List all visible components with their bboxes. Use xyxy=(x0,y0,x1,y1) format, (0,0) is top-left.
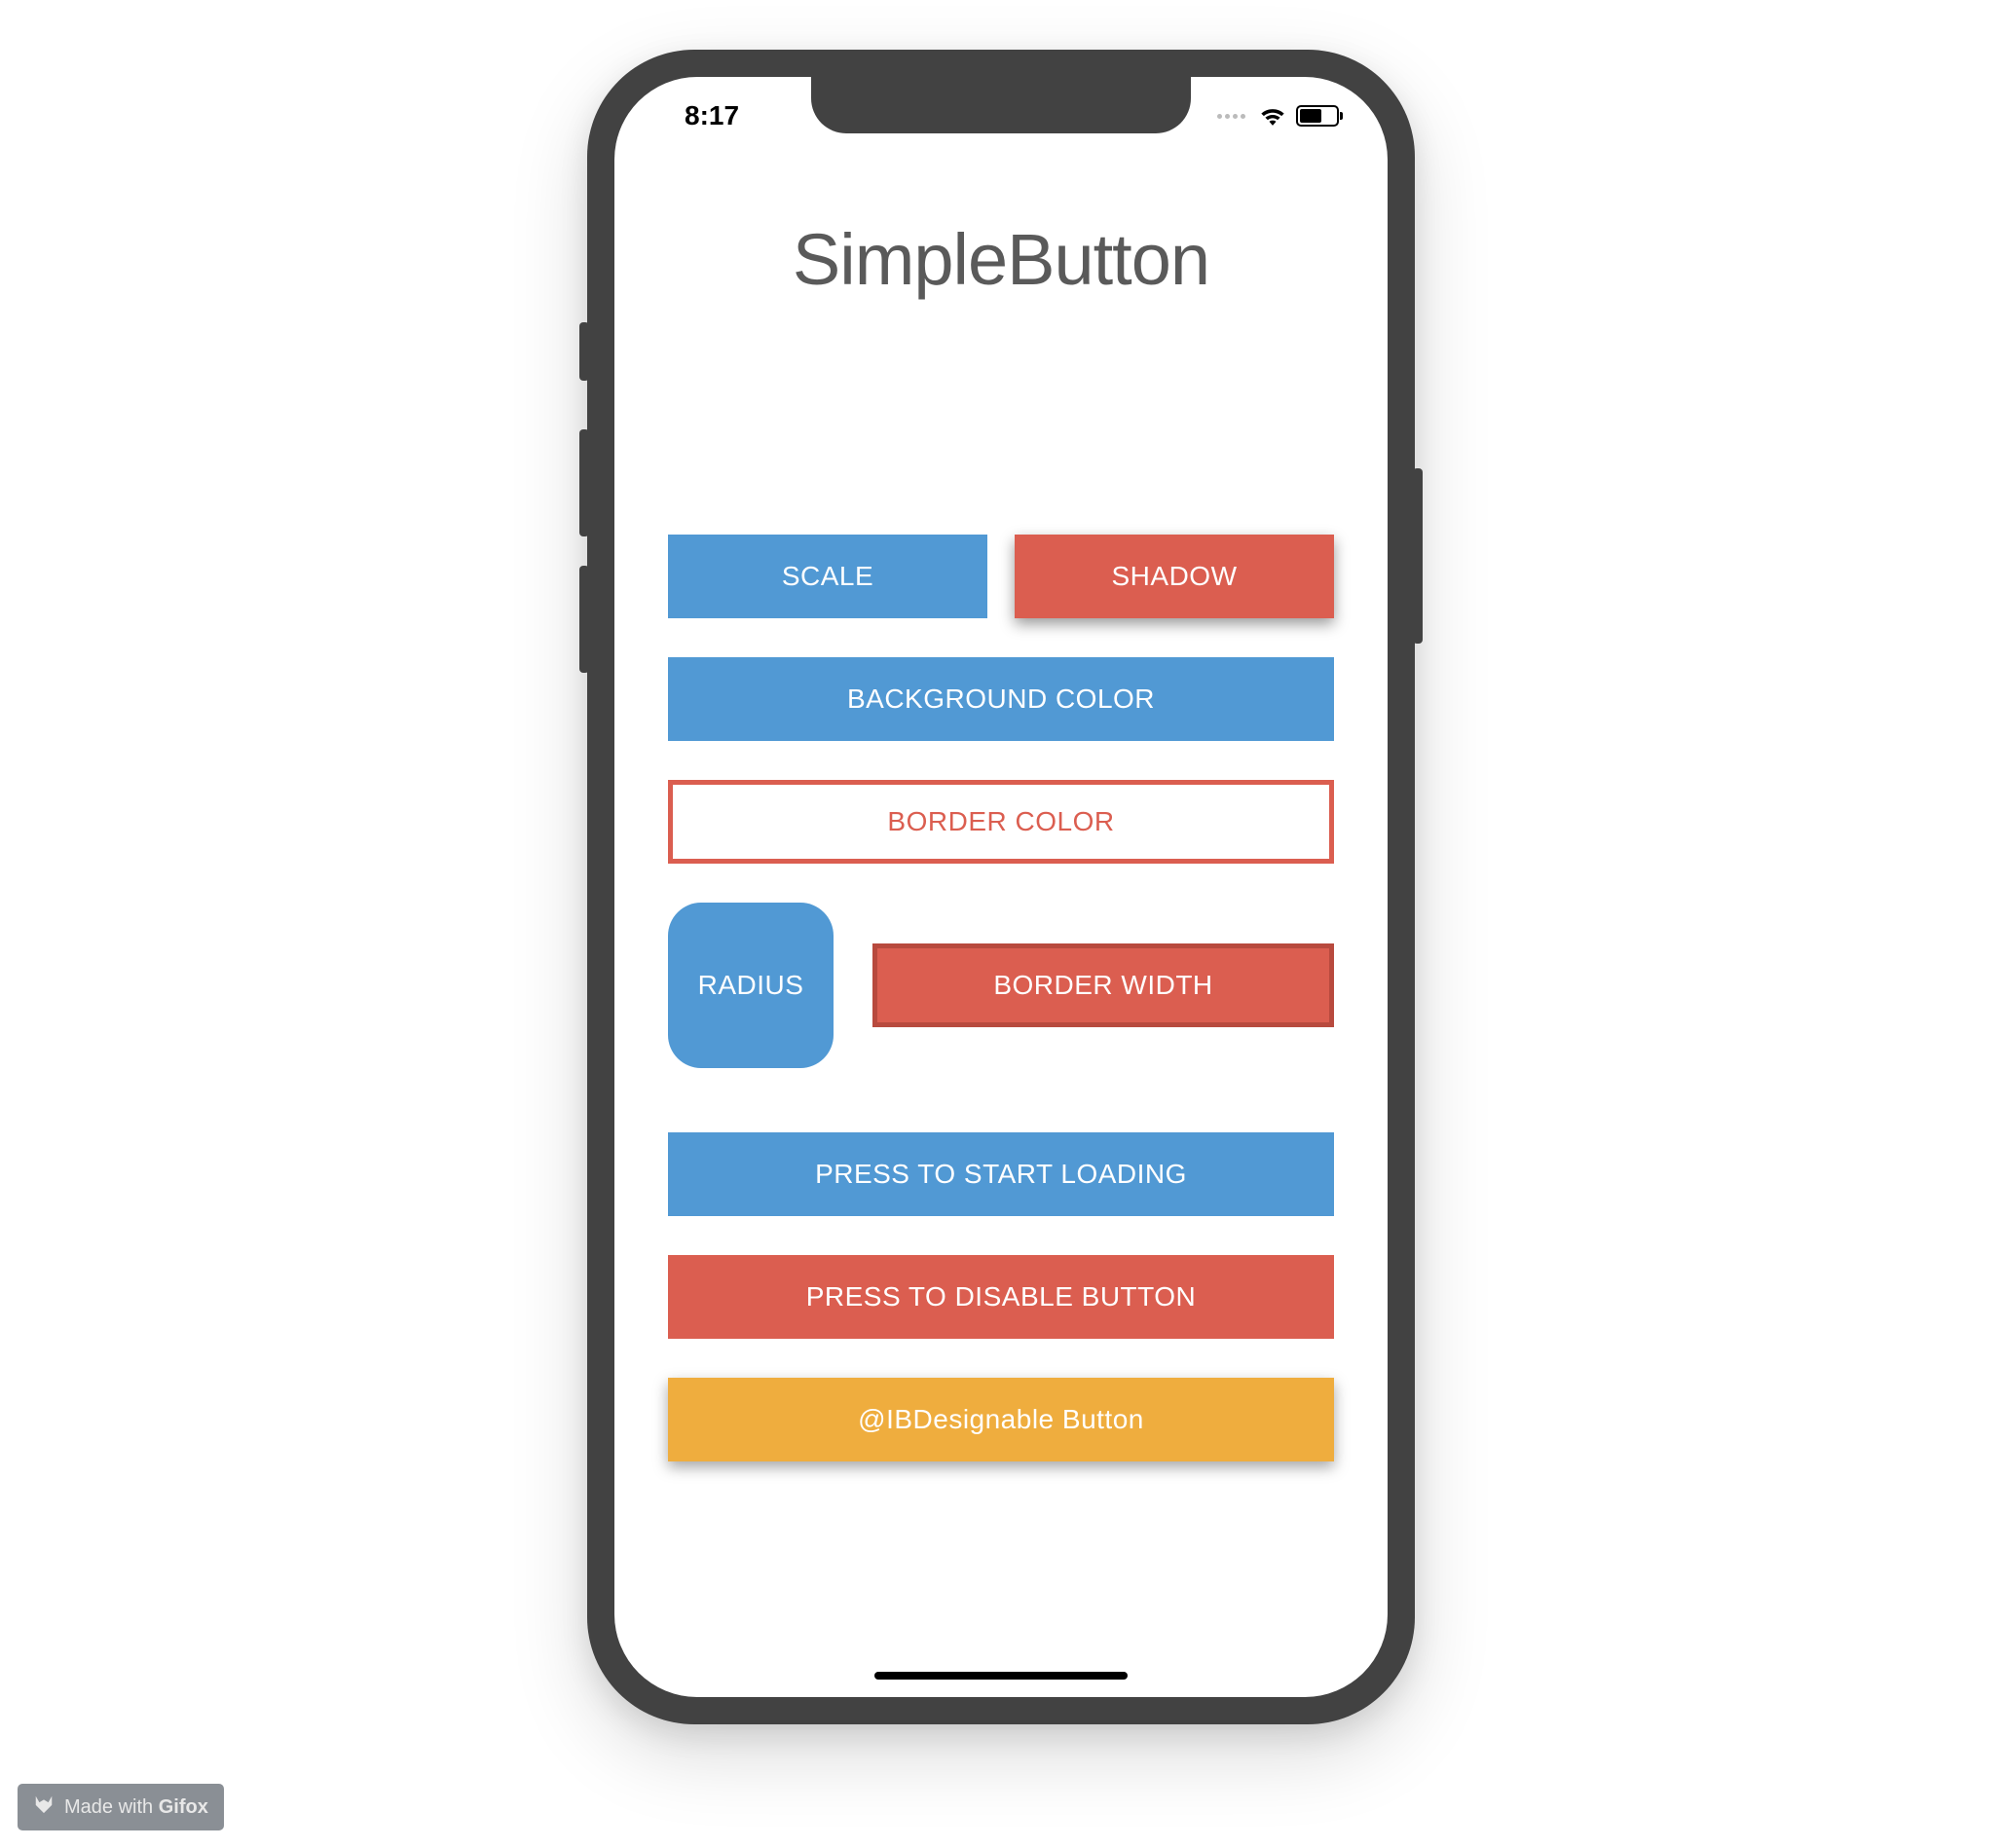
background-color-button[interactable]: BACKGROUND COLOR xyxy=(668,657,1334,741)
volume-down-button xyxy=(579,566,589,673)
wifi-icon xyxy=(1259,105,1286,127)
cellular-dots-icon xyxy=(1217,114,1245,119)
ibdesignable-button[interactable]: @IBDesignable Button xyxy=(668,1378,1334,1461)
watermark-brand: Gifox xyxy=(159,1796,208,1818)
row-disable-button: PRESS TO DISABLE BUTTON xyxy=(668,1255,1334,1339)
app-content: SimpleButton SCALE SHADOW BACKGROUND COL… xyxy=(614,174,1388,1697)
radius-button[interactable]: RADIUS xyxy=(668,903,834,1068)
watermark-prefix: Made with xyxy=(64,1796,159,1818)
page-title: SimpleButton xyxy=(668,218,1334,301)
scale-button[interactable]: SCALE xyxy=(668,535,987,618)
row-border-color: BORDER COLOR xyxy=(668,780,1334,864)
battery-icon xyxy=(1296,105,1339,127)
volume-up-button xyxy=(579,429,589,536)
power-button xyxy=(1413,468,1423,644)
watermark-text: Made with Gifox xyxy=(64,1796,208,1819)
row-scale-shadow: SCALE SHADOW xyxy=(668,535,1334,618)
phone-screen: 8:17 SimpleButton SCALE xyxy=(614,77,1388,1697)
status-time: 8:17 xyxy=(685,100,739,131)
phone-mockup: 8:17 SimpleButton SCALE xyxy=(587,50,1415,1724)
border-color-button[interactable]: BORDER COLOR xyxy=(668,780,1334,864)
fox-icon xyxy=(33,1793,55,1821)
start-loading-button[interactable]: PRESS TO START LOADING xyxy=(668,1132,1334,1216)
border-width-button[interactable]: BORDER WIDTH xyxy=(872,943,1334,1027)
shadow-button[interactable]: SHADOW xyxy=(1015,535,1334,618)
phone-frame: 8:17 SimpleButton SCALE xyxy=(587,50,1415,1724)
row-radius-width: RADIUS BORDER WIDTH xyxy=(668,903,1334,1068)
row-ibdesignable: @IBDesignable Button xyxy=(668,1378,1334,1461)
watermark-badge: Made with Gifox xyxy=(18,1784,224,1830)
status-indicators xyxy=(1217,105,1339,127)
mute-switch xyxy=(579,322,589,381)
home-indicator[interactable] xyxy=(874,1672,1128,1680)
notch xyxy=(811,77,1191,133)
row-background-color: BACKGROUND COLOR xyxy=(668,657,1334,741)
row-start-loading: PRESS TO START LOADING xyxy=(668,1132,1334,1216)
disable-button[interactable]: PRESS TO DISABLE BUTTON xyxy=(668,1255,1334,1339)
